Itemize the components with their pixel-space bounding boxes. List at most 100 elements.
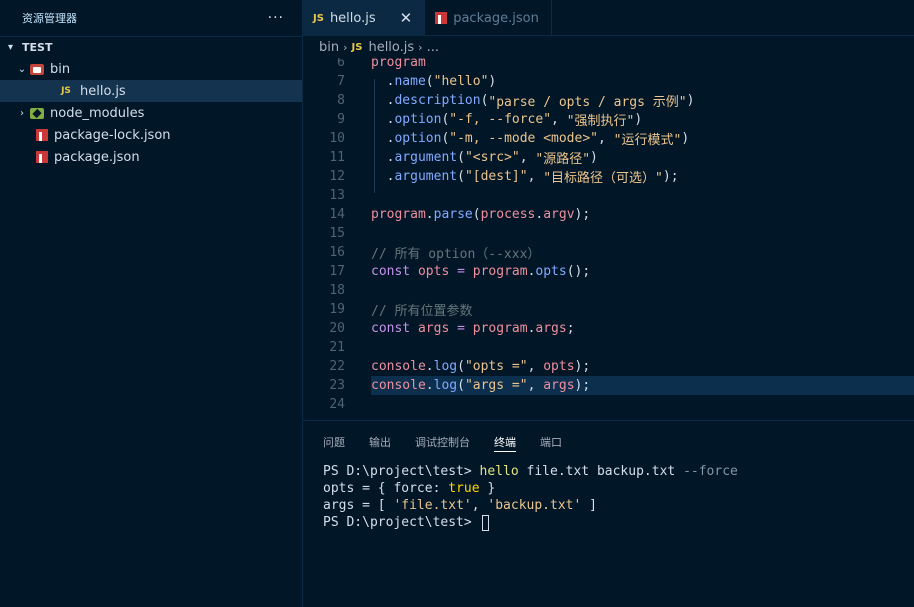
code-token: . [371, 131, 395, 146]
tab-problems[interactable]: 问题 [323, 421, 345, 463]
chevron-down-icon: ▾ [8, 42, 14, 53]
code-line[interactable]: 11 . argument("<src>", "源路径") [303, 148, 914, 167]
code-text: // 所有位置参数 [371, 300, 914, 319]
code-token: . [425, 359, 434, 374]
code-token: program [472, 264, 528, 279]
code-token: process [480, 207, 536, 222]
code-line[interactable]: 9 . option("-f, --force", "强制执行") [303, 110, 914, 129]
code-token: . [371, 112, 395, 127]
code-token: option [394, 131, 442, 146]
terminal-text: ] [581, 498, 597, 513]
code-token: argument [394, 169, 458, 184]
explorer-title: 资源管理器 [22, 12, 77, 25]
code-line[interactable]: 20 const args = program. args; [303, 319, 914, 338]
code-text: . argument("<src>", "源路径") [371, 148, 914, 167]
code-token: "opts =" [464, 359, 528, 374]
code-line[interactable]: 14 program. parse(process. argv); [303, 205, 914, 224]
code-text: . description("parse / opts / args 示例") [371, 91, 914, 110]
code-token: opts [417, 264, 450, 279]
code-line[interactable]: 7 . name("hello") [303, 72, 914, 91]
line-number: 13 [329, 188, 345, 203]
code-token: "运行模式" [613, 133, 682, 148]
tab-output[interactable]: 输出 [369, 421, 391, 463]
code-token: ; [566, 321, 575, 336]
code-token: , [527, 359, 544, 374]
code-token: "-m, --mode <mode>" [449, 131, 598, 146]
code-token: , [551, 112, 567, 127]
tree-item-label: bin [50, 61, 71, 77]
code-token: . [371, 93, 395, 108]
tab-ports[interactable]: 端口 [540, 421, 562, 463]
code-text: . option("-f, --force", "强制执行") [371, 110, 914, 129]
terminal-line: PS D:\project\test> [323, 514, 914, 531]
tab-debug-console[interactable]: 调试控制台 [415, 421, 470, 463]
code-token: ( [472, 207, 481, 222]
code-token: ( [441, 131, 450, 146]
code-line[interactable]: 16 // 所有 option（--xxx） [303, 243, 914, 262]
close-icon[interactable]: ✕ [400, 9, 413, 27]
terminal-line: args = [ 'file.txt', 'backup.txt' ] [323, 497, 914, 514]
line-number: 21 [329, 340, 345, 355]
code-token: ) [488, 74, 497, 89]
code-text: . name("hello") [371, 72, 914, 91]
code-token: . [425, 378, 434, 393]
tree-item-bin[interactable]: ⌄ bin [0, 58, 302, 80]
code-token: = [449, 264, 473, 279]
code-text: program [371, 58, 914, 72]
npm-file-icon [36, 129, 48, 141]
tree-item-node-modules[interactable]: › node_modules [0, 102, 302, 124]
code-token: "[dest]" [464, 169, 528, 184]
code-line[interactable]: 19 // 所有位置参数 [303, 300, 914, 319]
tree-item-package-json[interactable]: package.json [0, 146, 302, 168]
code-line[interactable]: 18 [303, 281, 914, 300]
code-token: ( [441, 112, 450, 127]
code-line[interactable]: 10 . option("-m, --mode <mode>", "运行模式") [303, 129, 914, 148]
code-token: "源路径" [535, 152, 591, 167]
tab-package-json[interactable]: package.json [425, 0, 552, 36]
code-token: ( [457, 359, 465, 374]
code-line[interactable]: 13 [303, 186, 914, 205]
code-token: program [371, 58, 426, 70]
terminal[interactable]: PS D:\project\test> hello file.txt backu… [303, 463, 914, 531]
code-token: // 所有 option（--xxx） [371, 247, 541, 262]
terminal-string: 'backup.txt' [487, 498, 582, 513]
breadcrumb-file[interactable]: hello.js [368, 40, 414, 55]
code-token: argv [543, 207, 575, 222]
workspace-section-header[interactable]: ▾ TEST [0, 36, 302, 58]
more-actions-icon[interactable]: ··· [268, 10, 284, 26]
code-line[interactable]: 21 [303, 338, 914, 357]
tab-terminal[interactable]: 终端 [494, 421, 516, 463]
terminal-string: 'file.txt' [393, 498, 472, 513]
code-editor[interactable]: 6 program 7 . name("hello") 8 . description("… [303, 58, 914, 420]
line-number: 7 [337, 74, 345, 89]
js-file-icon: JS [61, 86, 71, 96]
tree-item-hello-js[interactable]: JS hello.js [0, 80, 302, 102]
code-line[interactable]: 8 . description("parse / opts / args 示例") [303, 91, 914, 110]
code-token: "args =" [464, 378, 528, 393]
code-token: . [425, 207, 434, 222]
editor-tabs: JS hello.js ✕ package.json [303, 0, 914, 36]
breadcrumb-trail[interactable]: ... [427, 40, 439, 55]
code-line[interactable]: 12 . argument("[dest]", "目标路径（可选）"); [303, 167, 914, 186]
code-token: "<src>" [464, 150, 520, 165]
chevron-right-icon: › [343, 40, 348, 54]
code-token: const [371, 264, 418, 279]
code-line[interactable]: 24 [303, 395, 914, 414]
breadcrumb-folder[interactable]: bin [319, 40, 339, 55]
code-line[interactable]: 6 program [303, 58, 914, 72]
code-token: log [433, 359, 458, 374]
tab-hello-js[interactable]: JS hello.js ✕ [303, 0, 426, 36]
tree-item-package-lock-json[interactable]: package-lock.json [0, 124, 302, 146]
code-line[interactable]: 15 [303, 224, 914, 243]
code-line[interactable]: 23 console. log("args =", args); [303, 376, 914, 395]
code-token: ); [662, 169, 679, 184]
code-line[interactable]: 17 const opts = program. opts (); [303, 262, 914, 281]
line-number: 15 [329, 226, 345, 241]
line-number: 18 [329, 283, 345, 298]
code-token: ) [634, 112, 643, 127]
code-token: // 所有位置参数 [371, 304, 473, 319]
code-line[interactable]: 22 console. log("opts =", opts); [303, 357, 914, 376]
npm-file-icon [36, 151, 48, 163]
terminal-prompt: PS D:\project\test> [323, 464, 480, 479]
